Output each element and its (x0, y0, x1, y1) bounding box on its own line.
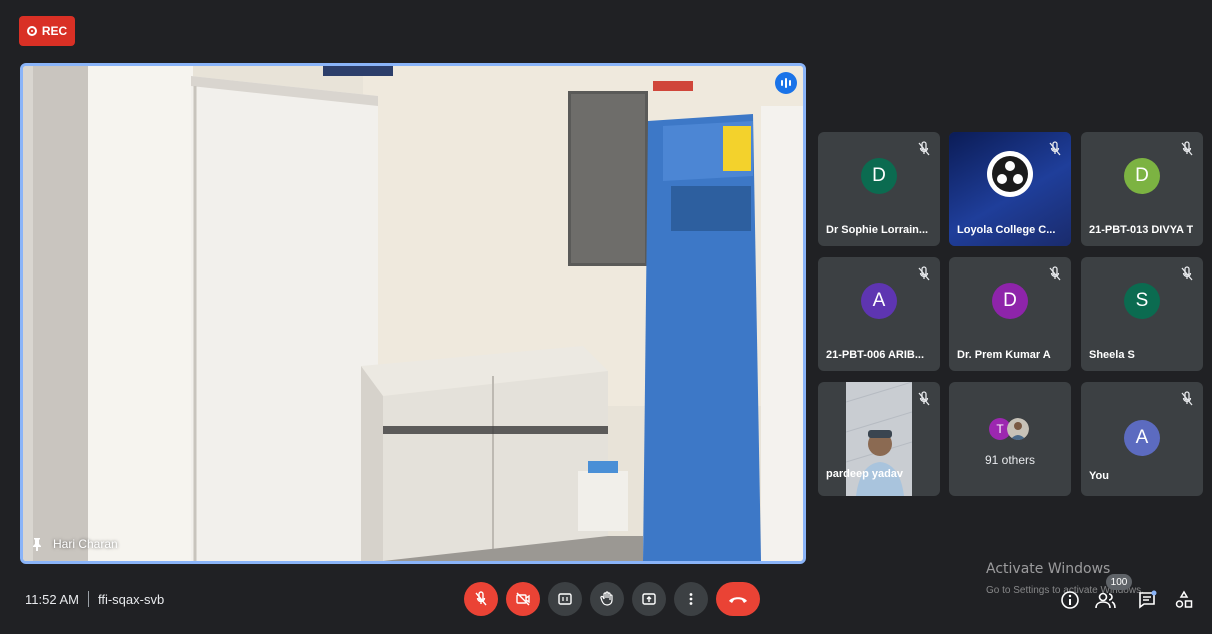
raise-hand-button[interactable] (590, 582, 624, 616)
main-speaker-video[interactable]: Hari Charan (20, 63, 806, 564)
meeting-details-button[interactable] (1058, 588, 1082, 612)
meeting-info: 11:52 AM ffi-sqax-svb (25, 591, 164, 607)
more-options-button[interactable] (674, 582, 708, 616)
camera-toggle-button[interactable] (506, 582, 540, 616)
participant-tile[interactable]: S Sheela S (1081, 257, 1203, 371)
camera-off-icon (516, 592, 530, 606)
speaker-name-tag: Hari Charan (31, 537, 118, 551)
recording-indicator: REC (19, 16, 75, 46)
activities-icon (1175, 590, 1193, 608)
participant-photo (1007, 418, 1029, 440)
avatar: A (1124, 420, 1160, 456)
info-icon (1061, 591, 1079, 609)
meeting-code[interactable]: ffi-sqax-svb (98, 592, 164, 607)
mic-muted-icon (1049, 141, 1061, 156)
participant-name: pardeep yadav (826, 468, 904, 480)
college-logo-icon (987, 151, 1033, 197)
end-call-icon (729, 597, 747, 603)
participant-name: 21-PBT-013 DIVYA T (1089, 224, 1194, 236)
mic-muted-icon (918, 266, 930, 281)
video-frame (23, 66, 803, 561)
speaker-name: Hari Charan (53, 537, 118, 551)
raise-hand-icon (600, 591, 613, 606)
mic-muted-icon (918, 391, 930, 406)
record-icon (26, 26, 37, 36)
participant-name: You (1089, 470, 1109, 482)
participant-name: Dr. Prem Kumar A (957, 349, 1051, 361)
participant-name: Dr Sophie Lorrain... (826, 224, 929, 236)
participant-name: 21-PBT-006 ARIB... (826, 349, 925, 361)
mic-muted-icon (1181, 141, 1193, 156)
end-call-button[interactable] (716, 582, 760, 616)
mic-muted-icon (1049, 266, 1061, 281)
avatar: D (861, 158, 897, 194)
participant-tile[interactable]: A 21-PBT-006 ARIB... (818, 257, 940, 371)
avatar: D (1124, 158, 1160, 194)
present-icon (642, 593, 656, 605)
participant-grid: D Dr Sophie Lorrain... Loyola College C.… (818, 132, 1204, 498)
meeting-time: 11:52 AM (25, 591, 79, 607)
pin-icon[interactable] (31, 537, 43, 551)
participant-tile[interactable]: D Dr. Prem Kumar A (949, 257, 1071, 371)
mic-muted-icon (1181, 266, 1193, 281)
people-icon (1095, 592, 1116, 609)
divider (87, 591, 89, 607)
mic-toggle-button[interactable] (464, 582, 498, 616)
participant-name: Sheela S (1089, 349, 1135, 361)
more-options-icon (689, 593, 693, 605)
activities-button[interactable] (1172, 588, 1196, 612)
participant-tile[interactable]: Loyola College C... (949, 132, 1071, 246)
self-tile[interactable]: A You (1081, 382, 1203, 496)
mic-muted-icon (918, 141, 930, 156)
avatar: S (1124, 283, 1160, 319)
participant-tile[interactable]: pardeep yadav (818, 382, 940, 496)
chat-button[interactable] (1135, 588, 1159, 612)
mic-off-icon (475, 591, 487, 606)
avatar: D (992, 283, 1028, 319)
captions-icon (558, 593, 572, 605)
others-count: 91 others (984, 453, 1036, 467)
avatar: A (861, 283, 897, 319)
people-button[interactable] (1094, 588, 1118, 612)
participant-name: Loyola College C... (957, 224, 1056, 236)
participant-tile[interactable]: D Dr Sophie Lorrain... (818, 132, 940, 246)
chat-icon (1139, 590, 1157, 609)
mic-muted-icon (1181, 391, 1193, 406)
participant-tile[interactable]: D 21-PBT-013 DIVYA T (1081, 132, 1203, 246)
captions-button[interactable] (548, 582, 582, 616)
others-tile[interactable]: T 91 others (949, 382, 1071, 496)
activate-windows-title: Activate Windows (986, 561, 1111, 577)
recording-label: REC (41, 24, 68, 38)
speaking-indicator-icon (775, 72, 797, 94)
present-button[interactable] (632, 582, 666, 616)
